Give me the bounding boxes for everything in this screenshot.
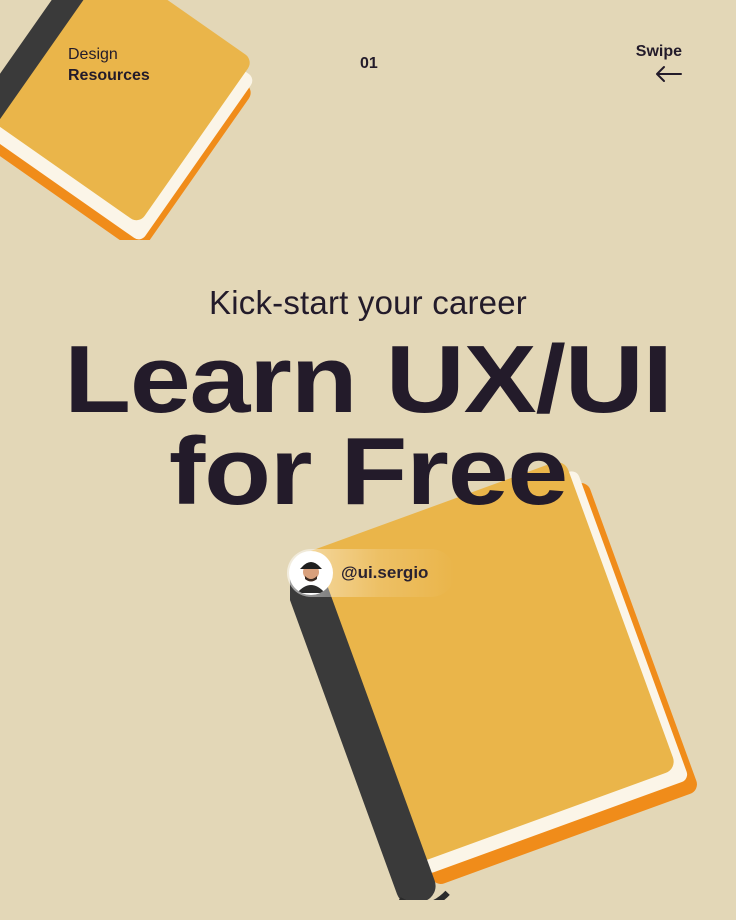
headline-line-1: Learn UX/UI <box>64 326 673 433</box>
page-number: 01 <box>360 55 378 72</box>
headline-line-2: for Free <box>168 418 568 525</box>
book-illustration-top <box>0 0 253 240</box>
author-badge[interactable]: @ui.sergio <box>287 549 455 597</box>
arrow-left-icon <box>656 66 682 82</box>
avatar-portrait-icon <box>291 553 331 593</box>
book-illustration-bottom <box>290 462 697 900</box>
author-handle: @ui.sergio <box>341 563 429 582</box>
brand-label: Design Resources <box>68 44 150 86</box>
avatar <box>289 551 333 595</box>
subtitle: Kick-start your career <box>209 284 527 321</box>
swipe-control[interactable]: Swipe <box>622 43 682 83</box>
brand-line-2: Resources <box>68 67 150 84</box>
swipe-label: Swipe <box>635 43 682 60</box>
brand-line-1: Design <box>68 46 118 63</box>
